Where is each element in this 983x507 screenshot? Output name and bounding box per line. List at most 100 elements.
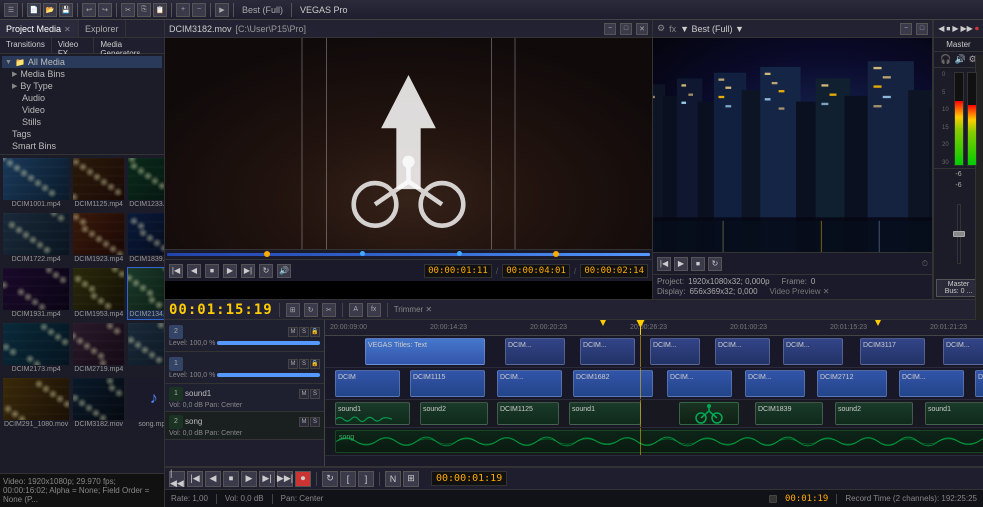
vu-play-btn[interactable]: ▶ <box>952 24 958 33</box>
trans-btn-play-back[interactable]: ◀ <box>205 471 221 487</box>
clip-v2-6[interactable]: DCIM3117 <box>860 338 925 365</box>
toolbar-btn-paste[interactable]: 📋 <box>153 3 167 17</box>
track-mute-v1[interactable]: M <box>288 359 298 369</box>
tree-item-all-media[interactable]: ▼ 📁 All Media <box>2 56 162 68</box>
clip-a1-bike[interactable] <box>679 402 739 425</box>
clip-v2-3[interactable]: DCIM... <box>650 338 700 365</box>
tl-btn-snap[interactable]: ⊞ <box>286 303 300 317</box>
trans-btn-loop[interactable]: ↻ <box>322 471 338 487</box>
track-solo-a2[interactable]: S <box>310 417 320 427</box>
program-monitor-minimize[interactable]: − <box>900 23 912 35</box>
trimmer-maximize-btn[interactable]: □ <box>620 23 632 35</box>
trans-btn-mark-in[interactable]: [ <box>340 471 356 487</box>
toolbar-btn-open[interactable]: 📂 <box>43 3 57 17</box>
media-thumb-13[interactable]: DCIM3182.mov <box>72 377 125 430</box>
clip-v1-1[interactable]: DCIM1115 <box>410 370 485 397</box>
clip-v1-4[interactable]: DCIM... <box>667 370 732 397</box>
tl-btn-auto[interactable]: A <box>349 303 363 317</box>
tl-btn-loop[interactable]: ↻ <box>304 303 318 317</box>
clip-v2-4[interactable]: DCIM... <box>715 338 770 365</box>
media-thumb-2[interactable]: DCIM1233.mp4 <box>127 157 164 210</box>
tree-item-stills[interactable]: Stills <box>2 116 162 128</box>
tab-explorer[interactable]: Explorer <box>79 20 126 37</box>
toolbar-btn-new[interactable]: 📄 <box>27 3 41 17</box>
toolbar-btn-zoom-out[interactable]: − <box>192 3 206 17</box>
media-thumb-7[interactable]: DCIM1953.mp4 <box>72 267 125 320</box>
trans-btn-play[interactable]: ▶ <box>241 471 257 487</box>
trans-btn-snap[interactable]: ⊞ <box>403 471 419 487</box>
tree-item-smart-bins[interactable]: Smart Bins <box>2 140 162 152</box>
track-mute-a1[interactable]: M <box>299 389 309 399</box>
trimmer-btn-prev-frame[interactable]: |◀ <box>169 264 183 278</box>
tl-btn-razor[interactable]: ✂ <box>322 303 336 317</box>
tl-btn-fx[interactable]: fx <box>367 303 381 317</box>
media-thumb-12[interactable]: DCIM291_1080.mov <box>2 377 70 430</box>
vu-rec-btn[interactable]: ⏺ <box>975 24 979 34</box>
toolbar-btn-zoom-in[interactable]: + <box>176 3 190 17</box>
trimmer-btn-stop[interactable]: ⏹ <box>205 264 219 278</box>
clip-a1-6[interactable]: sound1 <box>925 402 983 425</box>
timeline-playhead[interactable] <box>640 320 641 335</box>
tl-btn-trimmer[interactable]: Trimmer ✕ <box>394 305 432 314</box>
sub-tab-video-fx[interactable]: Video FX <box>52 38 95 53</box>
media-thumb-1[interactable]: DCIM1125.mp4 <box>72 157 125 210</box>
clip-v2-1[interactable]: DCIM... <box>505 338 565 365</box>
clip-a1-4[interactable]: DCIM1839 <box>755 402 823 425</box>
track-lock-v1[interactable]: 🔒 <box>310 359 320 369</box>
toolbar-btn-menu[interactable]: ☰ <box>4 3 18 17</box>
clip-v2-5[interactable]: DCIM... <box>783 338 843 365</box>
media-thumb-0[interactable]: DCIM1001.mp4 <box>2 157 70 210</box>
tree-item-audio[interactable]: Audio <box>2 92 162 104</box>
clip-a1-3[interactable]: sound1 <box>569 402 641 425</box>
toolbar-btn-render[interactable]: ▶ <box>215 3 229 17</box>
vu-headphone-icon[interactable]: 🎧 <box>940 54 951 65</box>
media-thumb-11[interactable] <box>127 322 164 375</box>
clip-v1-2[interactable]: DCIM... <box>497 370 562 397</box>
media-thumb-5[interactable]: DCIM1839.mp4 <box>127 212 164 265</box>
toolbar-btn-cut[interactable]: ✂ <box>121 3 135 17</box>
track-fader-v1[interactable] <box>217 373 320 377</box>
master-fader-track[interactable] <box>957 204 961 264</box>
media-thumb-14[interactable]: ♪ song.mp3 <box>127 377 164 430</box>
tree-item-media-bins[interactable]: ▶ Media Bins <box>2 68 162 80</box>
trimmer-btn-next-frame[interactable]: ▶| <box>241 264 255 278</box>
program-monitor-maximize[interactable]: □ <box>916 23 928 35</box>
trimmer-btn-play[interactable]: ▶ <box>223 264 237 278</box>
trans-btn-next-frame[interactable]: ▶| <box>259 471 275 487</box>
prog-btn-loop[interactable]: ↻ <box>708 257 722 271</box>
clip-v1-6[interactable]: DCIM2712 <box>817 370 887 397</box>
media-thumb-6[interactable]: DCIM1931.mp4 <box>2 267 70 320</box>
toolbar-btn-undo[interactable]: ↩ <box>82 3 96 17</box>
track-mute-a2[interactable]: M <box>299 417 309 427</box>
clip-v2-7[interactable]: DCIM... <box>943 338 983 365</box>
clip-a1-5[interactable]: sound2 <box>835 402 913 425</box>
track-lock-v2[interactable]: 🔒 <box>310 327 320 337</box>
track-solo-v1[interactable]: S <box>299 359 309 369</box>
clip-v1-5[interactable]: DCIM... <box>745 370 805 397</box>
track-solo-a1[interactable]: S <box>310 389 320 399</box>
trans-btn-mark-out[interactable]: ] <box>358 471 374 487</box>
clip-v1-3[interactable]: DCIM1682 <box>573 370 653 397</box>
media-thumb-9[interactable]: DCIM2173.mp4 <box>2 322 70 375</box>
vu-speaker-icon[interactable]: 🔊 <box>954 54 965 65</box>
trans-btn-prev-track[interactable]: |◀◀ <box>169 471 185 487</box>
toolbar-btn-save[interactable]: 💾 <box>59 3 73 17</box>
trans-btn-next-track[interactable]: ▶▶| <box>277 471 293 487</box>
sub-tab-media-generators[interactable]: Media Generators <box>94 38 164 53</box>
clip-a1-2[interactable]: DCIM1125 <box>497 402 559 425</box>
vu-prev-btn[interactable]: ◀ <box>938 24 944 33</box>
trans-btn-norm[interactable]: N <box>385 471 401 487</box>
sub-tab-transitions[interactable]: Transitions <box>0 38 52 53</box>
prog-btn-play[interactable]: ▶ <box>674 257 688 271</box>
prog-btn-stop[interactable]: ⏹ <box>691 257 705 271</box>
toolbar-btn-copy[interactable]: ⎘ <box>137 3 151 17</box>
trimmer-timeline-strip[interactable] <box>165 249 652 259</box>
trimmer-minimize-btn[interactable]: − <box>604 23 616 35</box>
media-thumb-3[interactable]: DCIM1722.mp4 <box>2 212 70 265</box>
toolbar-btn-redo[interactable]: ↪ <box>98 3 112 17</box>
trans-btn-record[interactable]: ⏺ <box>295 471 311 487</box>
clip-a1-1[interactable]: sound2 <box>420 402 488 425</box>
clip-v2-2[interactable]: DCIM... <box>580 338 635 365</box>
clip-v1-0[interactable]: DCIM <box>335 370 400 397</box>
track-mute-v2[interactable]: M <box>288 327 298 337</box>
